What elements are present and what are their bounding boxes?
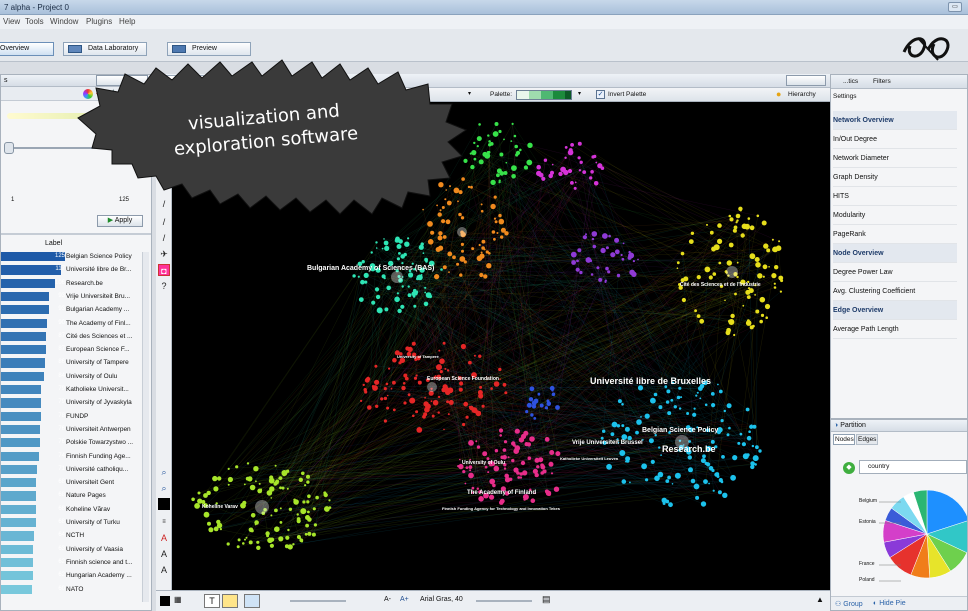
callout-badge <box>77 59 468 215</box>
gephi-window: 7 alpha - Project 0 ▭ View Tools Window … <box>0 0 968 611</box>
